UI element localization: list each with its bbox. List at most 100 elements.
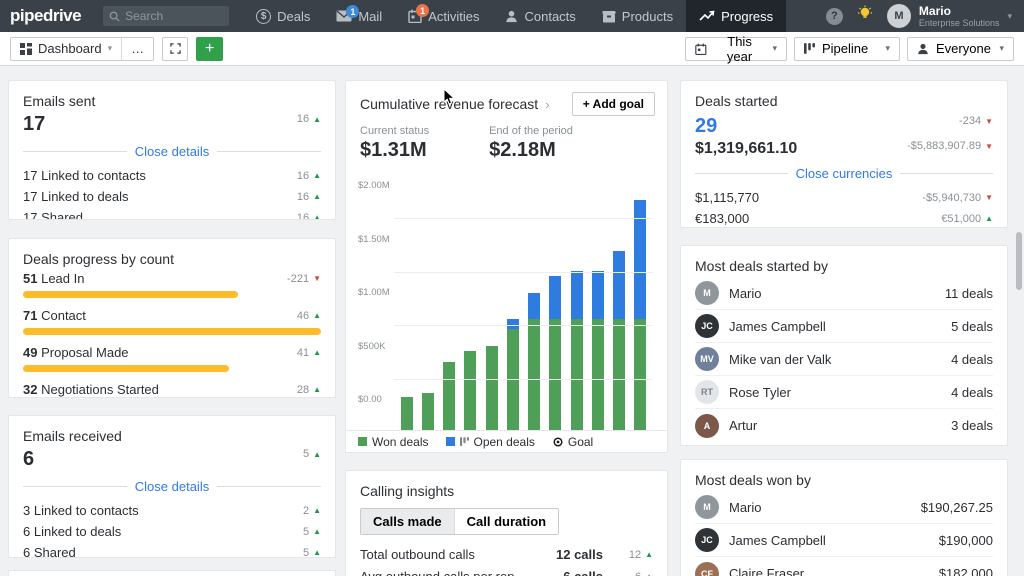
currency-row: $1,115,770 -$5,940,730▼ — [681, 187, 1007, 208]
nav-item-activities[interactable]: 1 Activities — [395, 0, 492, 32]
nav-item-deals[interactable]: $ Deals — [243, 0, 323, 32]
stage-row: 51 Lead In -221▼ — [9, 267, 335, 298]
stat-row: 17 Shared 16▲ — [9, 207, 335, 220]
stat-row: 17 Linked to contacts 16▲ — [9, 165, 335, 186]
nav-item-mail[interactable]: 1 Mail — [323, 0, 395, 32]
won-deals-segment — [401, 397, 413, 433]
owner-filter[interactable]: Everyone ▾ — [907, 37, 1014, 61]
dashboard-button-group: Dashboard ▾ … — [10, 37, 154, 61]
add-goal-button[interactable]: + Add goal — [572, 92, 655, 116]
avatar: CF — [695, 562, 719, 576]
stage-row: 32 Negotiations Started 28▲ — [9, 378, 335, 398]
legend-goal[interactable]: Goal — [553, 435, 593, 449]
y-tick-label: $500K — [358, 341, 385, 352]
bar-jul[interactable] — [524, 293, 545, 433]
user-org: Enterprise Solutions — [919, 18, 1000, 28]
avatar: A — [695, 414, 719, 438]
nav-items: $ Deals 1 Mail 1 Activities Contacts — [243, 0, 786, 32]
chart-legend: Won deals Open deals Goal — [346, 430, 667, 452]
most-deals-won-panel: Most deals won by M Mario$190,267.25 JC … — [680, 459, 1008, 576]
deals-started-count: 29 — [695, 115, 717, 138]
close-details-link[interactable]: Close details — [135, 479, 209, 494]
stat-row: Avg outbound calls per rep 6 calls 6▲ — [346, 567, 667, 576]
person-row: M Mario$190,267.25 — [695, 491, 993, 524]
avatar: JC — [695, 528, 719, 552]
up-arrow-icon: ▲ — [313, 115, 321, 124]
emails-sent-total: 17 — [23, 113, 45, 136]
up-arrow-icon: ▲ — [313, 506, 321, 515]
trend-icon — [699, 10, 715, 22]
bar-nov[interactable] — [609, 251, 630, 433]
person-row: JC James Campbell$190,000 — [695, 524, 993, 557]
open-deals-segment — [507, 319, 519, 329]
down-arrow-icon: ▼ — [985, 117, 993, 126]
bar-oct[interactable] — [587, 271, 608, 433]
gridline — [394, 325, 653, 326]
won-deals-segment — [549, 319, 561, 433]
bar-jun[interactable] — [502, 319, 523, 433]
y-tick-label: $1.50M — [358, 234, 390, 245]
user-name: Mario — [919, 5, 1000, 18]
search-icon — [109, 11, 120, 22]
period-filter[interactable]: This year ▾ — [685, 37, 787, 61]
stat-row: Total outbound calls 12 calls 12▲ — [346, 545, 667, 564]
panel-title: Deals progress by count — [9, 239, 335, 267]
stat-row: 17 Linked to deals 16▲ — [9, 186, 335, 207]
expand-icon — [170, 43, 181, 54]
expand-button[interactable] — [162, 37, 188, 61]
calling-tabs: Calls made Call duration — [360, 508, 559, 535]
emails-received-total: 6 — [23, 448, 34, 471]
legend-won-deals[interactable]: Won deals — [358, 435, 428, 449]
nav-item-products[interactable]: Products — [589, 0, 686, 32]
add-report-button[interactable]: + — [196, 37, 223, 61]
bar-apr[interactable] — [460, 351, 481, 433]
close-details-link[interactable]: Close details — [135, 144, 209, 159]
nav-item-progress[interactable]: Progress — [686, 0, 786, 32]
tab-calls-made[interactable]: Calls made — [361, 509, 454, 534]
bar-jan[interactable] — [396, 397, 417, 433]
lightbulb-icon[interactable] — [857, 5, 873, 27]
emails-received-panel: Emails received 6 5▲ Close details 3 Lin… — [8, 415, 336, 558]
person-row: A Artur3 deals — [695, 409, 993, 442]
pipedrive-logo: pipedrive — [10, 6, 81, 26]
dashboard-toolbar: Dashboard ▾ … + This year ▾ Pipeline ▾ E… — [0, 32, 1024, 66]
bar-mar[interactable] — [439, 362, 460, 433]
chevron-right-icon[interactable]: › — [545, 97, 549, 112]
won-deals-segment — [592, 319, 604, 433]
pipeline-filter[interactable]: Pipeline ▾ — [794, 37, 900, 61]
bar-may[interactable] — [481, 346, 502, 433]
bar-sep[interactable] — [566, 271, 587, 433]
bar-dec[interactable] — [630, 200, 651, 433]
won-deals-segment — [507, 329, 519, 433]
tab-call-duration[interactable]: Call duration — [454, 509, 558, 534]
panel-title: Emails sent — [9, 81, 335, 109]
help-icon[interactable]: ? — [826, 8, 843, 25]
scrollbar-thumb[interactable] — [1016, 232, 1022, 290]
legend-open-deals[interactable]: Open deals — [446, 435, 534, 449]
avatar: RT — [695, 380, 719, 404]
up-arrow-icon: ▲ — [985, 214, 993, 223]
gridline — [394, 272, 653, 273]
open-deals-segment — [613, 251, 625, 319]
y-tick-label: $1.00M — [358, 287, 390, 298]
close-currencies-link[interactable]: Close currencies — [796, 166, 893, 181]
box-icon — [602, 10, 616, 23]
dollar-icon: $ — [256, 9, 271, 24]
person-row: RT Rose Tyler4 deals — [695, 376, 993, 409]
person-row: CF Claire Fraser$182,000 — [695, 557, 993, 576]
search-box[interactable] — [103, 6, 229, 26]
more-button[interactable]: … — [121, 38, 153, 60]
bar-aug[interactable] — [545, 276, 566, 433]
pipeline-icon — [804, 43, 815, 55]
avatar: M — [695, 495, 719, 519]
won-deals-segment — [571, 319, 583, 433]
user-menu[interactable]: M Mario Enterprise Solutions ▾ — [887, 4, 1012, 28]
most-deals-started-panel: Most deals started by M Mario11 deals JC… — [680, 245, 1008, 446]
bar-feb[interactable] — [417, 393, 438, 433]
calling-insights-panel: Calling insights Calls made Call duratio… — [345, 470, 668, 576]
dashboard-selector[interactable]: Dashboard ▾ — [11, 38, 121, 60]
search-input[interactable] — [125, 9, 215, 23]
nav-item-contacts[interactable]: Contacts — [492, 0, 588, 32]
deals-started-panel: Deals started 29 -234▼ $1,319,661.10 -$5… — [680, 80, 1008, 228]
panel-title: Most deals started by — [681, 246, 1007, 277]
